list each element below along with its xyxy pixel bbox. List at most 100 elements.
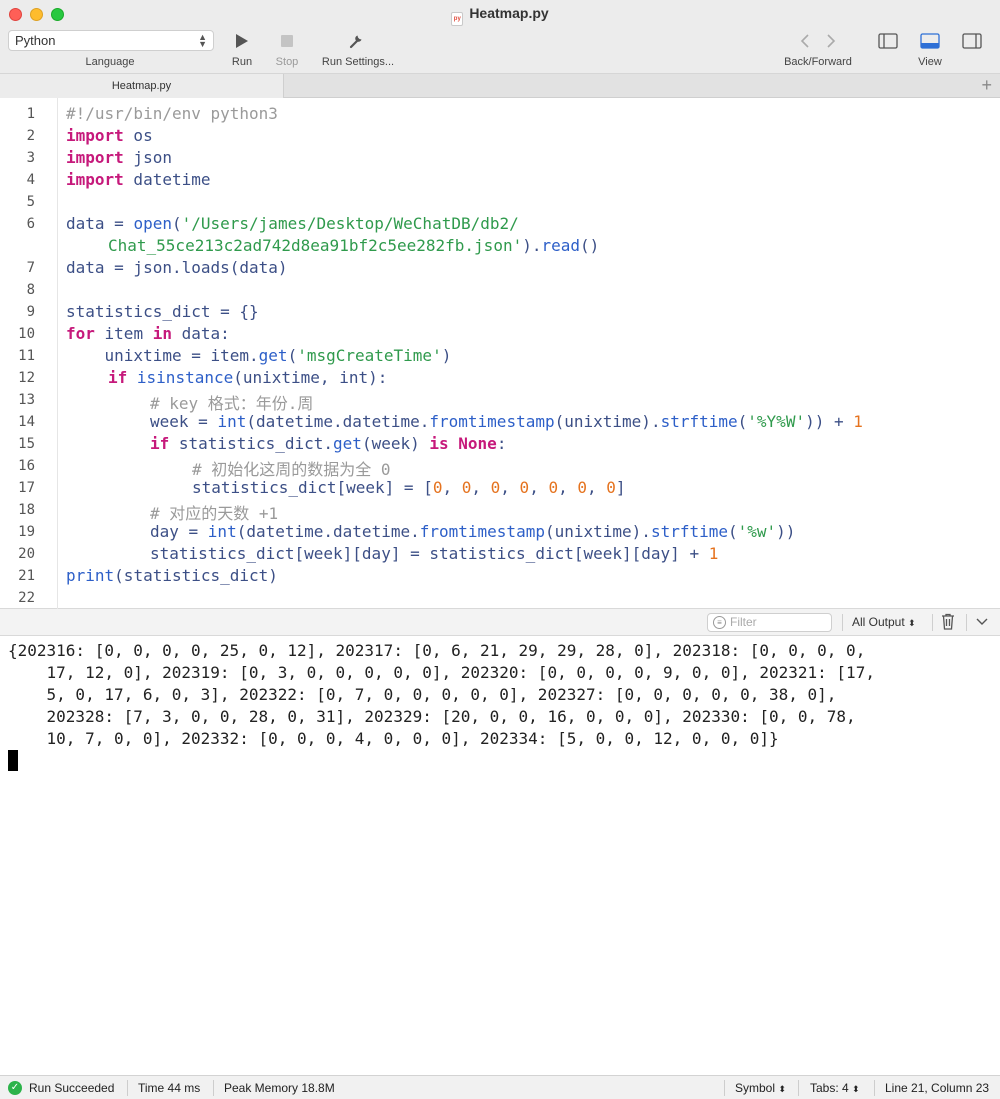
code-string: '/Users/james/Desktop/WeChatDB/db2/ (181, 214, 519, 233)
code-text: ) (441, 346, 452, 365)
code-text: json (123, 148, 172, 167)
code-string: '%Y%W' (747, 412, 806, 431)
code-text: (unixtime, int): (233, 368, 388, 387)
code-text: (datetime.datetime. (236, 522, 420, 541)
tabs-select[interactable]: Tabs: 4 ⬍ (810, 1081, 860, 1095)
line-number: 18 (18, 502, 35, 518)
run-label: Run (231, 56, 253, 68)
code-line: print(statistics_dict) (66, 566, 278, 585)
checkmark-icon: ✓ (8, 1081, 22, 1095)
code-line: for item in data: (66, 324, 230, 343)
code-text: () (580, 236, 600, 255)
code-comment: # 对应的天数 +1 (150, 504, 279, 523)
code-function: fromtimestamp (429, 412, 555, 431)
code-keyword: None (458, 434, 497, 453)
console-filter-input[interactable]: ≡ Filter (707, 613, 832, 632)
code-text: ] (615, 478, 626, 497)
line-number: 1 (26, 106, 35, 122)
symbol-select[interactable]: Symbol ⬍ (735, 1081, 786, 1095)
status-divider (127, 1080, 128, 1096)
language-select[interactable]: Python ▲ ▼ (8, 30, 214, 51)
code-keyword: in (152, 324, 172, 343)
code-text: datetime (123, 170, 211, 189)
play-icon (236, 34, 248, 48)
clear-console-button[interactable] (940, 613, 956, 635)
code-function: read (541, 236, 581, 255)
line-number: 5 (26, 194, 35, 210)
run-button[interactable] (232, 31, 252, 51)
code-string: 'msgCreateTime' (297, 346, 442, 365)
back-button[interactable] (795, 31, 815, 51)
toolbar-divider (932, 614, 933, 631)
cursor-position[interactable]: Line 21, Column 23 (885, 1081, 989, 1095)
code-text: statistics_dict[week] = [ (192, 478, 433, 497)
code-editor[interactable]: 1 2 3 4 5 6 7 8 9 10 11 12 13 14 15 16 1… (0, 98, 1000, 609)
code-line: # 初始化这周的数据为全 0 (192, 456, 391, 480)
language-label: Language (85, 56, 135, 68)
new-tab-plus-icon[interactable]: + (981, 75, 992, 95)
code-number: 0 (548, 478, 559, 497)
output-filter-value: All Output (852, 615, 905, 629)
line-number: 7 (26, 260, 35, 276)
chevron-right-icon (827, 34, 836, 48)
python-file-icon: py (451, 12, 464, 26)
collapse-console-button[interactable] (975, 613, 989, 634)
peak-memory: Peak Memory 18.8M (224, 1081, 335, 1095)
toggle-console-button[interactable] (919, 31, 941, 51)
stop-button[interactable] (277, 31, 297, 51)
console-output-line: 10, 7, 0, 0], 202332: [0, 0, 0, 4, 0, 0,… (8, 729, 779, 748)
code-comment: # key 格式：年份.周 (150, 394, 314, 413)
code-function: strftime (650, 522, 728, 541)
code-number: 0 (577, 478, 587, 497)
status-bar: ✓ Run Succeeded Time 44 ms Peak Memory 1… (0, 1075, 1000, 1099)
code-text: , (500, 478, 520, 497)
code-keyword: if (150, 434, 170, 453)
toolbar-divider (966, 614, 967, 631)
line-number: 10 (18, 326, 35, 342)
toggle-inspector-button[interactable] (961, 31, 983, 51)
line-number: 6 (26, 216, 35, 232)
line-number: 15 (18, 436, 35, 452)
console-output-line: 5, 0, 17, 6, 0, 3], 202322: [0, 7, 0, 0,… (8, 685, 837, 704)
tabs-select-value: Tabs: 4 (810, 1081, 849, 1095)
code-text: , (471, 478, 491, 497)
code-text: ( (171, 214, 182, 233)
code-keyword: import (66, 148, 124, 167)
code-text: data (66, 214, 105, 233)
code-line: statistics_dict[week] = [0, 0, 0, 0, 0, … (192, 478, 626, 497)
code-text: (unixtime). (544, 522, 651, 541)
console-output[interactable]: {202316: [0, 0, 0, 0, 25, 0, 12], 202317… (0, 637, 1000, 1074)
code-text: os (123, 126, 153, 145)
stop-icon (281, 35, 293, 47)
code-function: strftime (660, 412, 738, 431)
code-function: fromtimestamp (419, 522, 545, 541)
code-comment: #!/usr/bin/env python3 (66, 104, 278, 123)
line-number-gutter: 1 2 3 4 5 6 7 8 9 10 11 12 13 14 15 16 1… (0, 98, 58, 609)
code-string: Chat_55ce213c2ad742d8ea91bf2c5ee282fb.js… (108, 236, 523, 255)
code-text: ( (737, 412, 748, 431)
line-number: 21 (18, 568, 35, 584)
window-title: py Heatmap.py (0, 5, 1000, 26)
code-keyword: is (429, 434, 449, 453)
trash-icon (942, 613, 954, 630)
line-number: 12 (18, 370, 35, 386)
run-settings-button[interactable] (346, 31, 366, 51)
code-keyword: import (66, 126, 124, 145)
line-number: 9 (26, 304, 35, 320)
sidebar-right-icon (962, 33, 982, 49)
line-number: 3 (26, 150, 35, 166)
tab-heatmap-py[interactable]: Heatmap.py (0, 74, 284, 98)
output-filter-select[interactable]: All Output ⬍ (852, 615, 916, 629)
console-cursor (8, 750, 18, 771)
code-line: # 对应的天数 +1 (150, 500, 278, 524)
code-text: day = (150, 522, 208, 541)
code-string: '%w' (737, 522, 777, 541)
code-line: statistics_dict = {} (66, 302, 259, 321)
forward-button[interactable] (821, 31, 841, 51)
console-toolbar: ≡ Filter All Output ⬍ (0, 609, 1000, 636)
toggle-navigator-button[interactable] (877, 31, 899, 51)
code-keyword: import (66, 170, 124, 189)
code-text: , (558, 478, 578, 497)
line-number: 22 (18, 590, 35, 606)
code-number: 0 (461, 478, 472, 497)
